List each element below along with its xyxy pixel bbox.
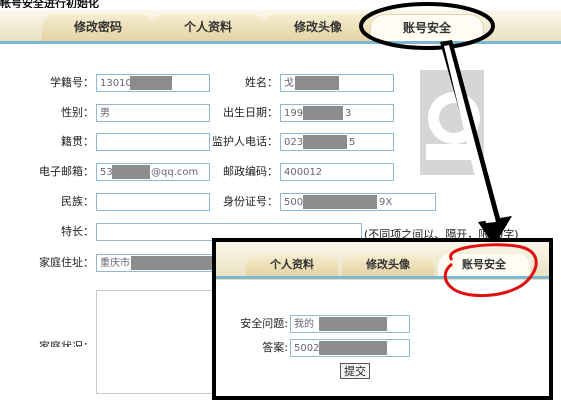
- popup-annotation-layer: [443, 243, 538, 298]
- zoomed-popup: 个人资料 修改头像 账号安全 安全问题: 我的 答案: 5002 提交: [212, 238, 553, 400]
- black-highlight-ellipse: [359, 2, 495, 50]
- red-highlight-circle: [443, 243, 538, 298]
- arrow-highlight: [444, 45, 496, 223]
